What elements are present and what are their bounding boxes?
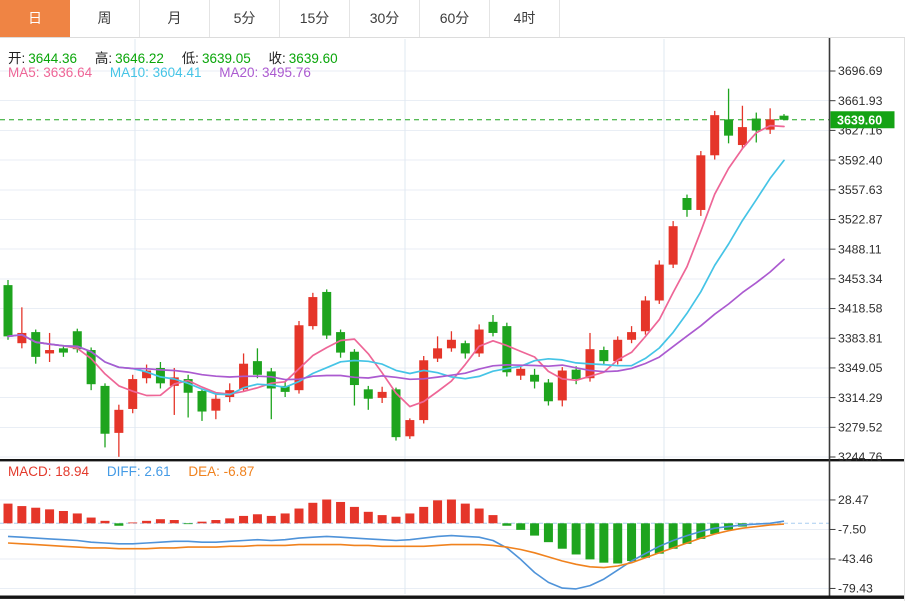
svg-text:3592.40: 3592.40 xyxy=(838,153,883,167)
svg-text:3453.34: 3453.34 xyxy=(838,272,883,286)
dea-line xyxy=(8,524,784,568)
pane-separator xyxy=(0,459,905,461)
tab-week[interactable]: 周 xyxy=(70,0,140,37)
diff-line xyxy=(8,521,784,589)
svg-text:3383.81: 3383.81 xyxy=(838,331,883,345)
candles-layer xyxy=(4,89,789,457)
svg-text:3696.69: 3696.69 xyxy=(838,64,883,78)
tab-5min[interactable]: 5分 xyxy=(210,0,280,37)
svg-text:3314.29: 3314.29 xyxy=(838,391,883,405)
svg-text:3349.05: 3349.05 xyxy=(838,361,883,375)
current-price-badge: 3639.60 xyxy=(831,111,895,128)
candlestick-chart[interactable]: 3696.693661.933627.163592.403557.633522.… xyxy=(0,0,905,601)
tab-day[interactable]: 日 xyxy=(0,0,70,37)
svg-text:-43.46: -43.46 xyxy=(838,552,873,566)
ma10-line xyxy=(8,160,784,394)
tab-month[interactable]: 月 xyxy=(140,0,210,37)
svg-text:3522.87: 3522.87 xyxy=(838,213,883,227)
tab-60min[interactable]: 60分 xyxy=(420,0,490,37)
kline-app: 日 周 月 5分 15分 30分 60分 4时 开:3644.36 高:3646… xyxy=(0,0,905,601)
macd-histogram xyxy=(4,500,747,564)
grid-layer xyxy=(0,39,830,594)
svg-text:28.47: 28.47 xyxy=(838,493,869,507)
svg-text:3639.60: 3639.60 xyxy=(837,113,882,127)
svg-text:3488.11: 3488.11 xyxy=(838,242,882,256)
svg-text:3661.93: 3661.93 xyxy=(838,94,883,108)
bottom-border xyxy=(0,596,905,599)
ma5-line xyxy=(8,126,784,407)
tab-30min[interactable]: 30分 xyxy=(350,0,420,37)
svg-text:-79.43: -79.43 xyxy=(838,582,873,596)
svg-text:3244.76: 3244.76 xyxy=(838,450,883,464)
tab-15min[interactable]: 15分 xyxy=(280,0,350,37)
svg-text:-7.50: -7.50 xyxy=(838,523,866,537)
svg-text:3279.52: 3279.52 xyxy=(838,421,883,435)
svg-text:3418.58: 3418.58 xyxy=(838,302,883,316)
tab-4hour[interactable]: 4时 xyxy=(490,0,560,37)
svg-text:3557.63: 3557.63 xyxy=(838,183,883,197)
ma20-line xyxy=(8,259,784,379)
timeframe-tabbar: 日 周 月 5分 15分 30分 60分 4时 xyxy=(0,0,905,38)
